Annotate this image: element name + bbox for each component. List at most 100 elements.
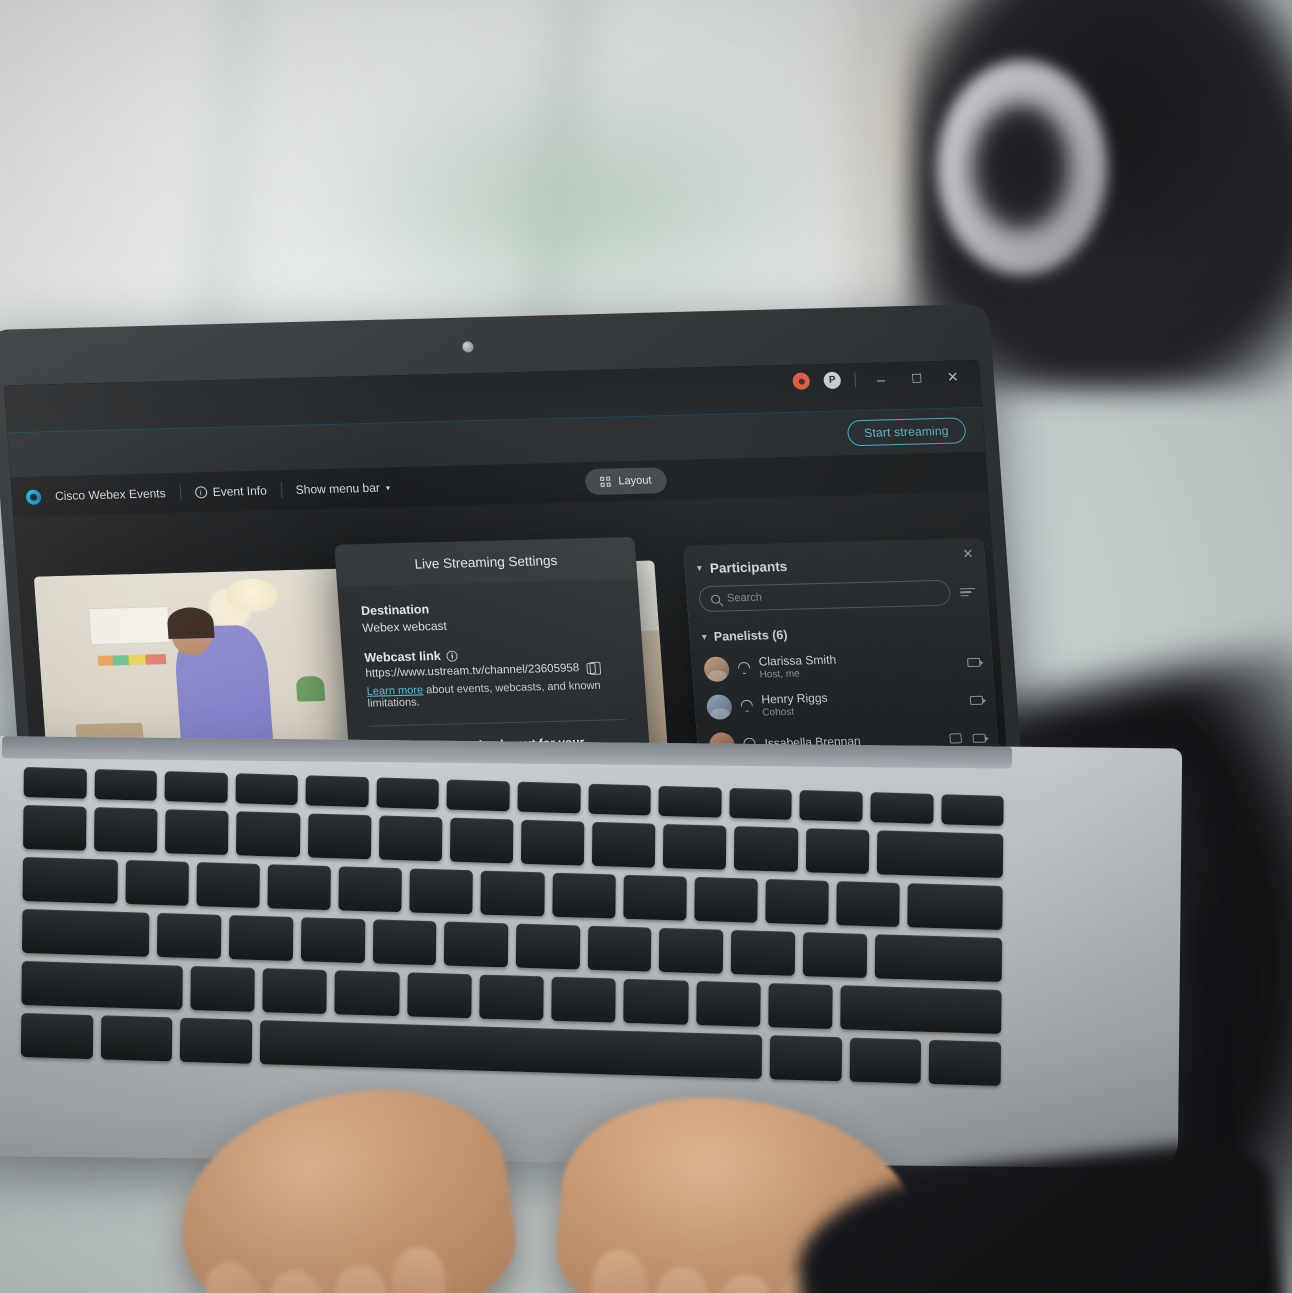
keyboard bbox=[20, 766, 1004, 1096]
key-backspace[interactable] bbox=[876, 830, 1004, 879]
key[interactable] bbox=[592, 821, 656, 868]
key[interactable] bbox=[802, 932, 867, 979]
key[interactable] bbox=[378, 815, 443, 862]
key-shift-right[interactable] bbox=[840, 985, 1002, 1035]
key[interactable] bbox=[338, 866, 403, 913]
key-caps[interactable] bbox=[21, 908, 150, 957]
key[interactable] bbox=[551, 976, 617, 1023]
show-menu-bar-button[interactable]: Show menu bar ▾ bbox=[295, 480, 390, 497]
key[interactable] bbox=[765, 879, 829, 925]
key[interactable] bbox=[164, 771, 228, 804]
key[interactable] bbox=[836, 881, 901, 927]
key[interactable] bbox=[94, 807, 158, 853]
key[interactable] bbox=[799, 790, 863, 822]
key[interactable] bbox=[267, 864, 332, 911]
layout-button[interactable]: Layout bbox=[584, 467, 668, 496]
key-arrow[interactable] bbox=[849, 1037, 922, 1084]
key[interactable] bbox=[588, 783, 651, 816]
destination-value: Webex webcast bbox=[361, 618, 448, 635]
close-window-button[interactable]: ✕ bbox=[941, 368, 964, 386]
record-indicator-icon[interactable] bbox=[792, 372, 811, 390]
avatar bbox=[705, 693, 733, 720]
dialog-title-bar: Live Streaming Settings ✕ bbox=[334, 536, 638, 587]
key[interactable] bbox=[551, 872, 616, 919]
key[interactable] bbox=[479, 974, 544, 1021]
key-alt-right[interactable] bbox=[769, 1035, 842, 1082]
key[interactable] bbox=[730, 930, 796, 976]
key[interactable] bbox=[663, 823, 727, 870]
key-arrow[interactable] bbox=[928, 1039, 1002, 1087]
key[interactable] bbox=[694, 876, 758, 923]
copy-icon[interactable] bbox=[585, 662, 596, 674]
maximize-button[interactable]: ☐ bbox=[905, 371, 928, 386]
key[interactable] bbox=[229, 915, 294, 961]
key-enter[interactable] bbox=[907, 883, 1003, 931]
show-menu-bar-label: Show menu bar bbox=[295, 480, 381, 497]
key[interactable] bbox=[515, 923, 581, 970]
key[interactable] bbox=[196, 862, 260, 908]
key[interactable] bbox=[734, 826, 798, 872]
key-shift[interactable] bbox=[21, 960, 183, 1010]
info-icon: i bbox=[194, 486, 208, 499]
key[interactable] bbox=[444, 921, 509, 968]
search-placeholder: Search bbox=[726, 591, 763, 605]
key[interactable] bbox=[940, 794, 1004, 827]
sort-icon[interactable] bbox=[959, 587, 976, 597]
key[interactable] bbox=[262, 968, 328, 1015]
key[interactable] bbox=[449, 817, 514, 864]
key[interactable] bbox=[94, 769, 158, 801]
key[interactable] bbox=[165, 809, 229, 856]
search-input[interactable]: Search bbox=[698, 579, 952, 613]
key[interactable] bbox=[480, 870, 545, 917]
chevron-down-icon[interactable]: ▾ bbox=[696, 563, 702, 574]
key[interactable] bbox=[334, 970, 400, 1017]
key[interactable] bbox=[372, 919, 437, 966]
key[interactable] bbox=[235, 773, 299, 806]
share-screen-icon[interactable] bbox=[949, 733, 963, 744]
key[interactable] bbox=[446, 779, 510, 812]
key[interactable] bbox=[729, 787, 793, 820]
key[interactable] bbox=[409, 868, 474, 915]
search-icon bbox=[710, 594, 721, 604]
key[interactable] bbox=[768, 983, 833, 1030]
learn-more-line: Learn more about events, webcasts, and k… bbox=[366, 679, 624, 710]
privacy-badge-icon[interactable]: P bbox=[823, 371, 842, 390]
key[interactable] bbox=[659, 927, 724, 974]
info-icon[interactable]: i bbox=[446, 649, 459, 662]
key[interactable] bbox=[517, 781, 581, 814]
key[interactable] bbox=[623, 978, 689, 1025]
key-ctrl[interactable] bbox=[20, 1012, 94, 1060]
key[interactable] bbox=[157, 912, 222, 959]
headphones-icon bbox=[738, 662, 751, 674]
start-streaming-button[interactable]: Start streaming bbox=[846, 417, 967, 447]
key[interactable] bbox=[623, 874, 687, 921]
key[interactable] bbox=[520, 819, 585, 866]
key[interactable] bbox=[23, 804, 87, 851]
key-space[interactable] bbox=[259, 1020, 763, 1079]
key[interactable] bbox=[23, 766, 87, 799]
key[interactable] bbox=[300, 917, 365, 964]
key-return[interactable] bbox=[874, 934, 1003, 983]
close-panel-button[interactable]: ✕ bbox=[962, 546, 974, 562]
key[interactable] bbox=[190, 965, 255, 1012]
key[interactable] bbox=[587, 925, 652, 972]
key[interactable] bbox=[307, 813, 372, 860]
minimize-button[interactable]: – bbox=[869, 371, 892, 388]
key[interactable] bbox=[305, 775, 369, 808]
key[interactable] bbox=[406, 972, 472, 1019]
key[interactable] bbox=[695, 980, 761, 1027]
camera-icon[interactable] bbox=[969, 695, 984, 705]
camera-icon[interactable] bbox=[972, 733, 987, 743]
key-alt[interactable] bbox=[180, 1017, 253, 1064]
key[interactable] bbox=[870, 792, 934, 824]
camera-icon[interactable] bbox=[966, 657, 981, 667]
key-fn[interactable] bbox=[100, 1015, 173, 1062]
webcast-url[interactable]: https://www.ustream.tv/channel/23605958 bbox=[365, 662, 580, 680]
key[interactable] bbox=[805, 828, 869, 875]
key[interactable] bbox=[236, 811, 301, 858]
key[interactable] bbox=[376, 777, 440, 810]
key[interactable] bbox=[658, 785, 722, 818]
key-tab[interactable] bbox=[22, 856, 118, 904]
key[interactable] bbox=[125, 860, 189, 906]
event-info-button[interactable]: i Event Info bbox=[194, 484, 267, 500]
